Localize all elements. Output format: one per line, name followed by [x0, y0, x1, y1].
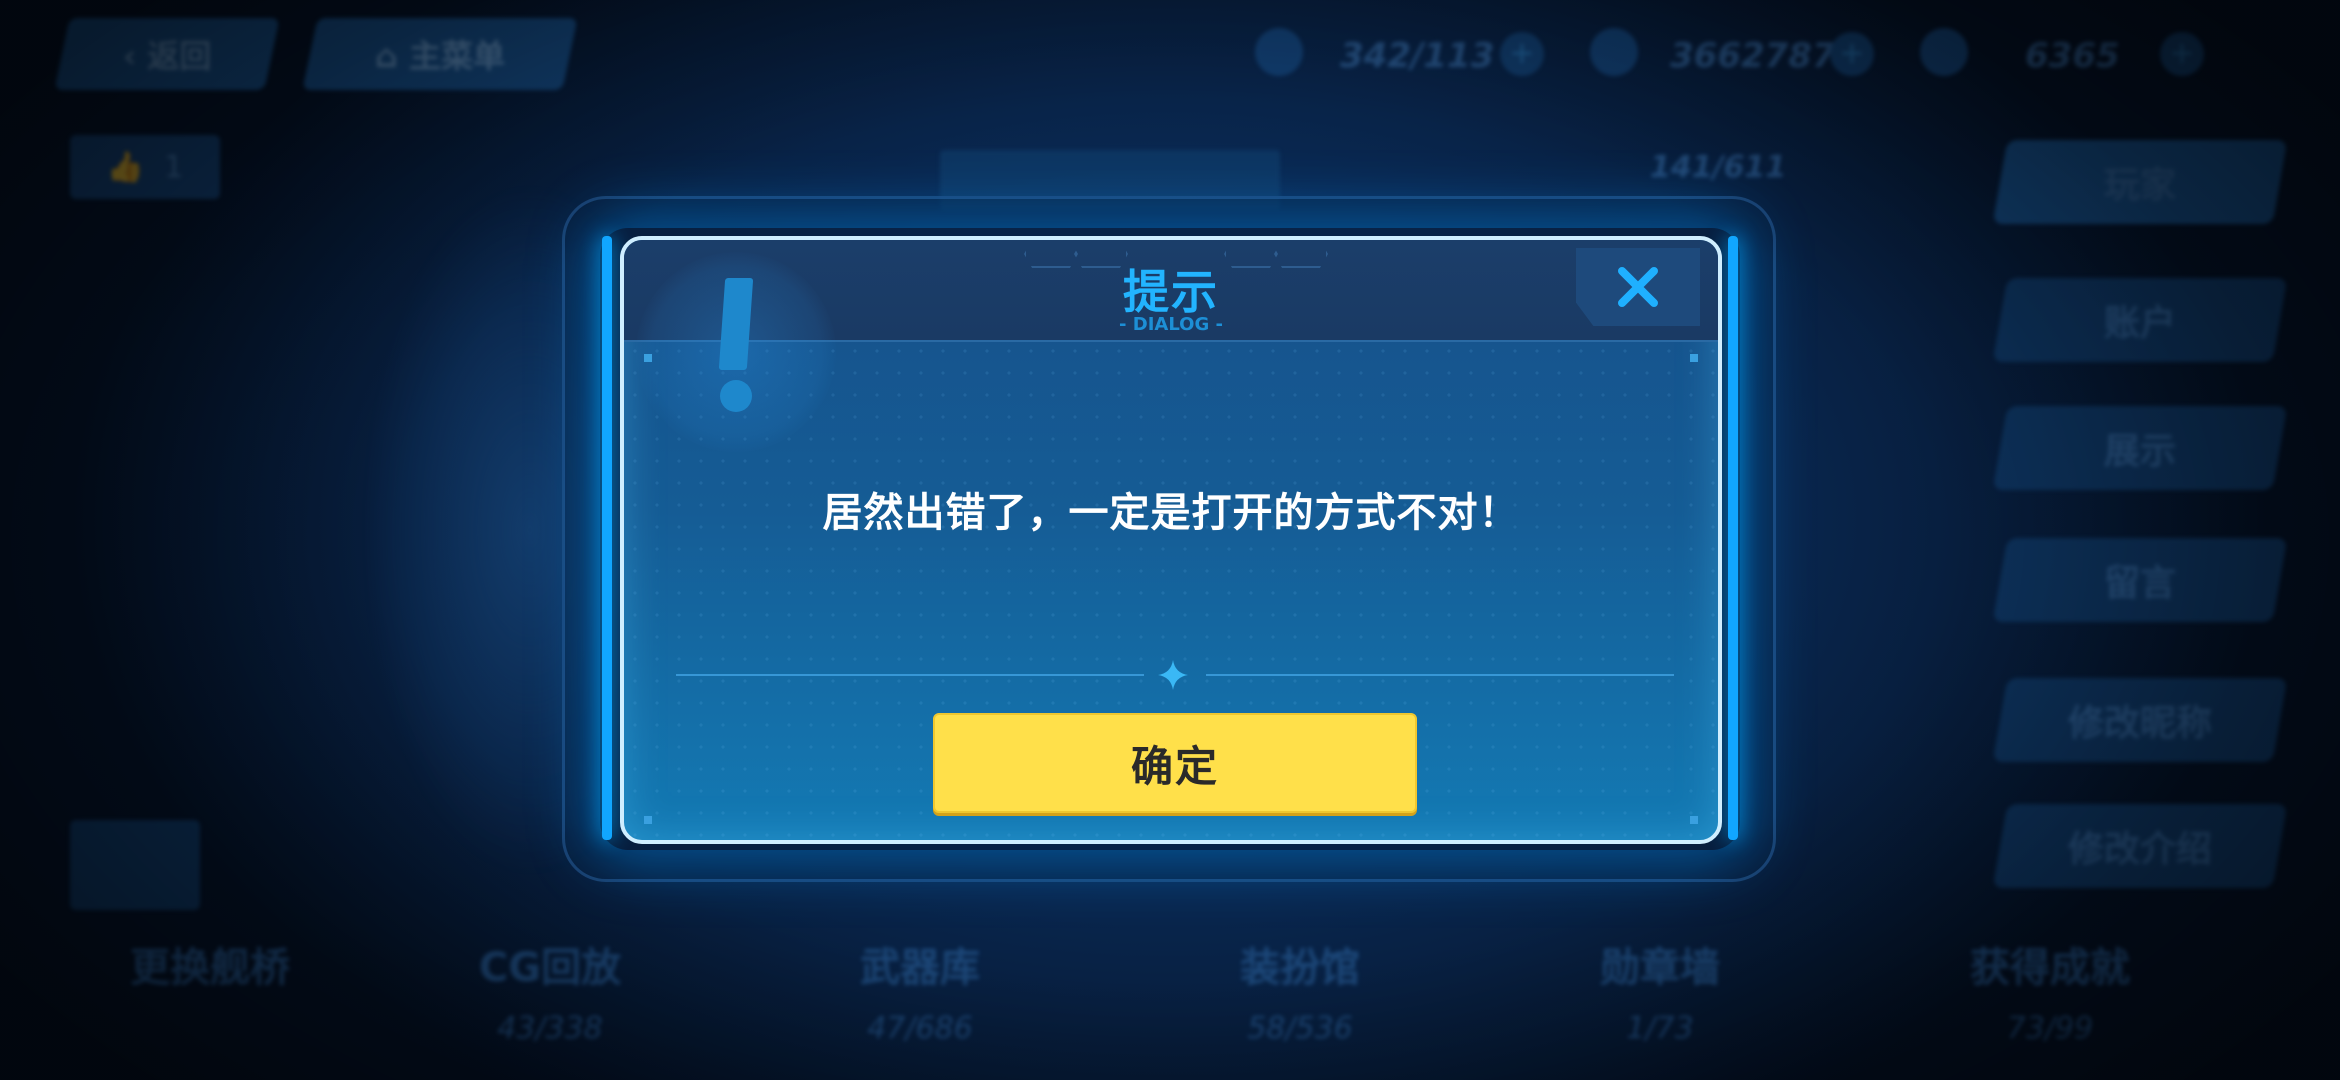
home-icon: ⌂: [374, 37, 410, 75]
dialog-left-glow-bar: [602, 236, 612, 840]
edit-intro-label: 修改介绍: [2067, 829, 2212, 870]
back-button[interactable]: ‹ 返回: [54, 18, 280, 90]
corner-marker: [1690, 354, 1698, 362]
add-coin-icon[interactable]: +: [1830, 32, 1874, 76]
stat-value: 58/536: [1247, 1011, 1353, 1046]
side-item-message[interactable]: 留言: [1992, 538, 2288, 622]
dialog-title: 提示: [1123, 265, 1219, 319]
side-item-label: 展示: [2103, 431, 2176, 472]
back-label: 返回: [147, 37, 212, 75]
crystal-icon: [1920, 28, 1968, 76]
stat-armory[interactable]: 武器库 47/686: [770, 935, 1070, 1046]
side-item-account[interactable]: 账户: [1992, 278, 2288, 362]
game-screen: ‹ 返回 ⌂ 主菜单 342/113 + 3662787 + 6365 + 👍 …: [0, 0, 2340, 1080]
stat-medals[interactable]: 勋章墙 1/73: [1510, 935, 1810, 1046]
stat-value: 1/73: [1626, 1011, 1694, 1046]
rename-button[interactable]: 修改昵称: [1992, 678, 2288, 762]
stamina-icon: [1255, 28, 1303, 76]
chevron-left-icon: ‹: [122, 37, 148, 75]
add-stamina-icon[interactable]: +: [1500, 32, 1544, 76]
confirm-button[interactable]: 确定: [933, 713, 1417, 813]
stat-label: 获得成就: [1970, 945, 2130, 991]
corner-marker: [1690, 816, 1698, 824]
main-menu-label: 主菜单: [409, 37, 506, 75]
stat-value: 47/686: [867, 1011, 973, 1046]
dialog-subtitle: - DIALOG -: [1119, 314, 1223, 335]
edit-intro-button[interactable]: 修改介绍: [1992, 804, 2288, 888]
rename-label: 修改昵称: [2067, 703, 2212, 744]
like-count: 1: [164, 149, 184, 185]
dialog-message: 居然出错了，一定是打开的方式不对！: [822, 490, 1520, 536]
background-counter: 141/611: [1650, 150, 1787, 185]
stamina-value: 342/113: [1340, 36, 1495, 76]
stat-value: 43/338: [497, 1011, 603, 1046]
stat-achievements[interactable]: 获得成就 73/99: [1900, 935, 2200, 1046]
corner-marker: [644, 354, 652, 362]
side-item-label: 玩家: [2103, 165, 2176, 206]
corner-marker: [644, 816, 652, 824]
coin-icon: [1590, 28, 1638, 76]
side-item-display[interactable]: 展示: [1992, 406, 2288, 490]
dialog: 提示 - DIALOG - 居然出错了，一定是打开的方式不对！ 确定: [620, 236, 1722, 844]
coin-value: 3662787: [1670, 36, 1836, 76]
sparkle-icon: [1158, 660, 1188, 690]
stat-value: 73/99: [2006, 1011, 2094, 1046]
divider-right: [1206, 674, 1674, 676]
stat-label: 更换舰桥: [130, 945, 290, 991]
stat-label: 勋章墙: [1600, 945, 1720, 991]
side-item-player[interactable]: 玩家: [1992, 140, 2288, 224]
stat-bridge[interactable]: 更换舰桥: [60, 935, 360, 1011]
stat-label: 装扮馆: [1240, 945, 1360, 991]
add-crystal-icon[interactable]: +: [2160, 32, 2204, 76]
divider-left: [676, 674, 1144, 676]
close-button[interactable]: [1576, 248, 1700, 326]
main-menu-button[interactable]: ⌂ 主菜单: [302, 18, 578, 90]
stat-label: 武器库: [860, 945, 980, 991]
side-item-label: 账户: [2103, 303, 2176, 344]
dialog-right-glow-bar: [1728, 236, 1738, 840]
stat-cg-replay[interactable]: CG回放 43/338: [400, 935, 700, 1046]
like-counter[interactable]: 👍 1: [70, 135, 220, 199]
stat-label: CG回放: [478, 945, 622, 991]
side-item-label: 留言: [2103, 563, 2176, 604]
crystal-value: 6365: [2025, 36, 2120, 76]
thumbs-up-icon: 👍: [106, 149, 145, 185]
stat-outfit[interactable]: 装扮馆 58/536: [1150, 935, 1450, 1046]
close-icon: [1618, 267, 1658, 307]
refresh-button[interactable]: [70, 820, 200, 910]
